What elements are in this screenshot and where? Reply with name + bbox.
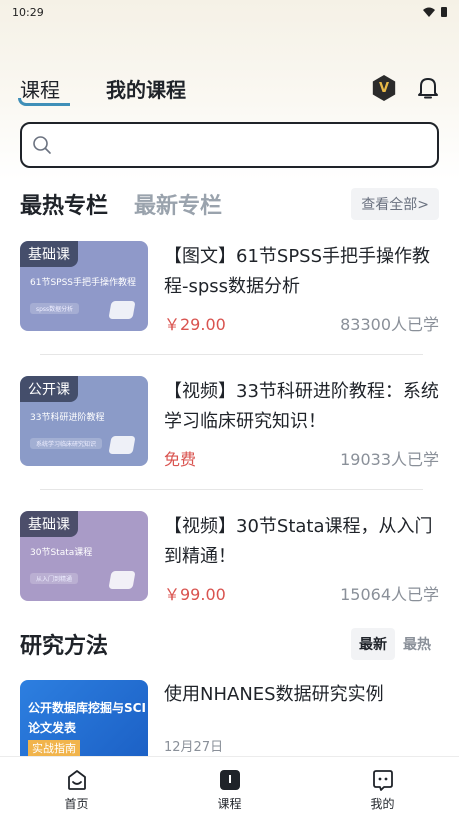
course-thumbnail: 公开课 33节科研进阶教程 系统学习临床研究知识 [20, 376, 148, 466]
thumbnail-subtitle: 系统学习临床研究知识 [30, 438, 103, 449]
cube-icon [108, 571, 136, 589]
course-tag: 公开课 [20, 376, 78, 402]
tab-course[interactable]: 课程 [18, 74, 70, 106]
vip-badge-icon[interactable]: V [372, 75, 396, 101]
wifi-icon [423, 7, 435, 17]
bell-icon[interactable] [417, 76, 439, 100]
thumbnail-subtitle: 从入门到精通 [30, 573, 79, 584]
search-icon [33, 136, 51, 154]
search-input[interactable] [60, 124, 437, 166]
nav-course[interactable]: 课程 [153, 757, 306, 817]
featured-section-header: 最热专栏 最新专栏 查看全部> [20, 186, 439, 222]
status-time: 10:29 [12, 5, 44, 19]
search-bar[interactable] [20, 122, 439, 168]
course-icon [219, 770, 240, 790]
research-methods-tabs: 最新 最热 [351, 628, 439, 660]
course-tag: 基础课 [20, 511, 78, 537]
cube-icon [108, 301, 136, 319]
nav-profile[interactable]: 我的 [306, 757, 459, 817]
battery-icon [441, 7, 447, 17]
cube-icon [108, 436, 136, 454]
nav-profile-label: 我的 [370, 797, 395, 811]
nav-home[interactable]: 首页 [0, 757, 153, 817]
thumbnail-title: 61节SPSS手把手操作教程 [30, 278, 137, 288]
course-title[interactable]: 【图文】61节SPSS手把手操作教程-spss数据分析 [164, 242, 439, 302]
article-thumbnail-title: 公开数据库挖掘与SCI论文发表 [28, 701, 146, 735]
course-thumbnail: 基础课 30节Stata课程 从入门到精通 [20, 511, 148, 601]
divider [40, 489, 423, 490]
course-list: 基础课 61节SPSS手把手操作教程 spss数据分析 【图文】61节SPSS手… [20, 236, 439, 641]
course-price: ￥29.00 [164, 315, 226, 334]
article-title[interactable]: 使用NHANES数据研究实例 [164, 680, 384, 706]
thumbnail-subtitle: spss数据分析 [30, 303, 80, 314]
course-tag: 基础课 [20, 241, 78, 267]
status-bar: 10:29 [0, 0, 459, 24]
home-icon [67, 770, 86, 790]
active-tab-indicator [18, 97, 70, 106]
article-date: 12月27日 [164, 740, 224, 755]
article-thumbnail: 公开数据库挖掘与SCI论文发表 实战指南 [20, 680, 148, 760]
nav-home-label: 首页 [64, 797, 89, 811]
research-methods-title: 研究方法 [20, 633, 109, 659]
article-thumbnail-subtitle: 实战指南 [28, 740, 80, 756]
article-card[interactable]: 公开数据库挖掘与SCI论文发表 实战指南 使用NHANES数据研究实例 12月2… [20, 680, 439, 760]
tab-my-course[interactable]: 我的课程 [106, 74, 186, 103]
thumbnail-title: 33节科研进阶教程 [30, 413, 105, 423]
course-price: ￥99.00 [164, 585, 226, 604]
header-actions: V [371, 75, 439, 101]
divider [40, 354, 423, 355]
course-card[interactable]: 公开课 33节科研进阶教程 系统学习临床研究知识 【视频】33节科研进阶教程：系… [20, 371, 439, 506]
course-card[interactable]: 基础课 30节Stata课程 从入门到精通 【视频】30节Stata课程，从入门… [20, 506, 439, 641]
nav-course-label: 课程 [217, 797, 242, 811]
tab-hot-columns[interactable]: 最热专栏 [20, 188, 108, 220]
bottom-navigation: 首页 课程 我的 [0, 756, 459, 817]
tab-hottest[interactable]: 最热 [395, 628, 439, 660]
tab-new-columns[interactable]: 最新专栏 [134, 188, 222, 220]
status-icons [423, 7, 447, 17]
research-methods-header: 研究方法 最新 最热 [20, 626, 439, 662]
course-price: 免费 [164, 450, 197, 469]
course-learners: 15064人已学 [340, 585, 439, 604]
profile-icon [372, 770, 393, 791]
course-thumbnail: 基础课 61节SPSS手把手操作教程 spss数据分析 [20, 241, 148, 331]
course-card[interactable]: 基础课 61节SPSS手把手操作教程 spss数据分析 【图文】61节SPSS手… [20, 236, 439, 371]
course-learners: 19033人已学 [340, 450, 439, 469]
course-learners: 83300人已学 [340, 315, 439, 334]
top-header: 课程 我的课程 V [18, 68, 439, 108]
course-title[interactable]: 【视频】30节Stata课程，从入门到精通！ [164, 512, 439, 572]
view-all-button[interactable]: 查看全部> [351, 188, 439, 220]
tab-latest[interactable]: 最新 [351, 628, 395, 660]
course-title[interactable]: 【视频】33节科研进阶教程：系统学习临床研究知识！ [164, 377, 439, 437]
thumbnail-title: 30节Stata课程 [30, 548, 93, 558]
